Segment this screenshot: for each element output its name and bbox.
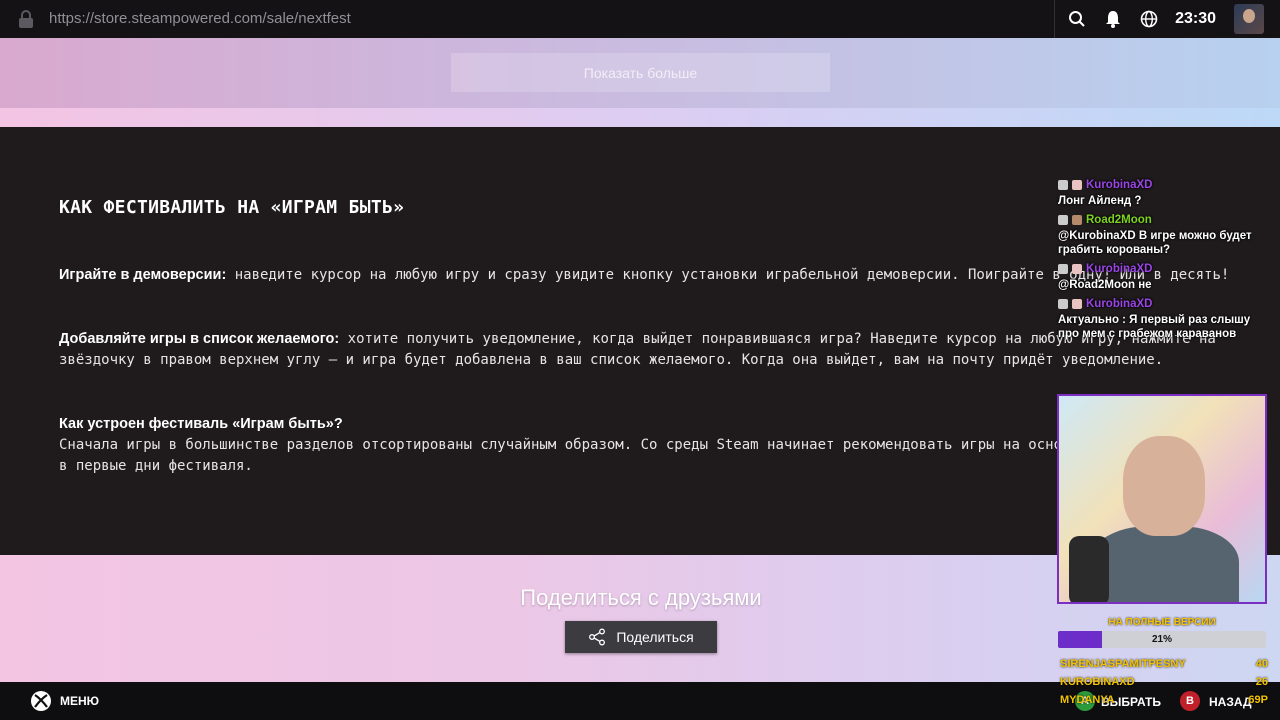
paragraph-body: Сначала игры в большинстве разделов отсо… bbox=[59, 437, 1231, 474]
chat-text: Актуально : Я первый раз слышу про мем с… bbox=[1058, 314, 1251, 340]
paragraph-title: Как устроен фестиваль «Играм быть»? bbox=[59, 416, 343, 432]
goal-percent: 21% bbox=[1151, 634, 1172, 645]
twitch-icon bbox=[1058, 215, 1068, 225]
microphone-icon bbox=[1069, 536, 1109, 602]
menu-label[interactable]: МЕНЮ bbox=[60, 694, 99, 708]
badge-icon bbox=[1072, 264, 1082, 274]
chat-user: KurobinaXD bbox=[1086, 263, 1153, 275]
url-field[interactable]: https://store.steampowered.com/sale/next… bbox=[49, 10, 351, 27]
lock-icon bbox=[19, 10, 33, 28]
goal-progress-bar: 21% bbox=[1058, 631, 1266, 648]
chat-text: @KurobinaXD В игре можно будет грабить к… bbox=[1058, 230, 1252, 256]
stream-chat: KurobinaXD Лонг Айленд ? Road2Moon @Kuro… bbox=[1058, 178, 1270, 346]
donor-name: MYDANYA bbox=[1060, 694, 1115, 706]
avatar[interactable] bbox=[1234, 4, 1264, 34]
section-heading: КАК ФЕСТИВАЛИТЬ НА «ИГРАМ БЫТЬ» bbox=[59, 197, 405, 218]
chat-message: Road2Moon @KurobinaXD В игре можно будет… bbox=[1058, 213, 1270, 257]
donor-value: 26 bbox=[1255, 676, 1268, 688]
share-icon bbox=[589, 628, 606, 646]
donor-name: KUROBINAXD bbox=[1060, 676, 1135, 688]
chat-message: KurobinaXD @Road2Moon не bbox=[1058, 262, 1270, 292]
share-button-label: Поделиться bbox=[616, 629, 694, 645]
donor-name: SIRENJASPAMITPESNY bbox=[1060, 658, 1186, 670]
badge-icon bbox=[1072, 299, 1082, 309]
donor-row: KUROBINAXD 26 bbox=[1060, 673, 1268, 691]
clock: 23:30 bbox=[1175, 10, 1216, 27]
twitch-icon bbox=[1058, 264, 1068, 274]
goal-label: НА ПОЛНЫЕ ВЕРСИИ bbox=[1108, 617, 1216, 628]
chat-user: KurobinaXD bbox=[1086, 298, 1153, 310]
divider-band bbox=[0, 108, 1280, 127]
donor-row: SIRENJASPAMITPESNY 40 bbox=[1060, 655, 1268, 673]
badge-icon bbox=[1072, 215, 1082, 225]
twitch-icon bbox=[1058, 299, 1068, 309]
show-more-button[interactable]: Показать больше bbox=[451, 53, 830, 92]
donor-value: 69P bbox=[1248, 694, 1268, 706]
bell-icon[interactable] bbox=[1103, 9, 1123, 29]
chat-user: KurobinaXD bbox=[1086, 179, 1153, 191]
share-button[interactable]: Поделиться bbox=[565, 621, 717, 653]
search-icon[interactable] bbox=[1067, 9, 1087, 29]
chat-message: KurobinaXD Лонг Айленд ? bbox=[1058, 178, 1270, 208]
xbox-icon[interactable] bbox=[30, 690, 52, 712]
webcam-overlay bbox=[1057, 394, 1267, 604]
twitch-icon bbox=[1058, 180, 1068, 190]
chat-text: @Road2Moon не bbox=[1058, 279, 1152, 291]
browser-bar: https://store.steampowered.com/sale/next… bbox=[0, 0, 1280, 38]
donor-value: 40 bbox=[1255, 658, 1268, 670]
globe-icon[interactable] bbox=[1139, 9, 1159, 29]
badge-icon bbox=[1072, 180, 1082, 190]
paragraph-title: Добавляйте игры в список желаемого: bbox=[59, 331, 340, 347]
chat-text: Лонг Айленд ? bbox=[1058, 195, 1142, 207]
chat-message: KurobinaXD Актуально : Я первый раз слыш… bbox=[1058, 297, 1270, 341]
donor-row: MYDANYA 69P bbox=[1060, 691, 1268, 709]
paragraph-title: Играйте в демоверсии: bbox=[59, 267, 227, 283]
top-donors: SIRENJASPAMITPESNY 40 KUROBINAXD 26 MYDANY… bbox=[1060, 655, 1268, 709]
chat-user: Road2Moon bbox=[1086, 214, 1152, 226]
